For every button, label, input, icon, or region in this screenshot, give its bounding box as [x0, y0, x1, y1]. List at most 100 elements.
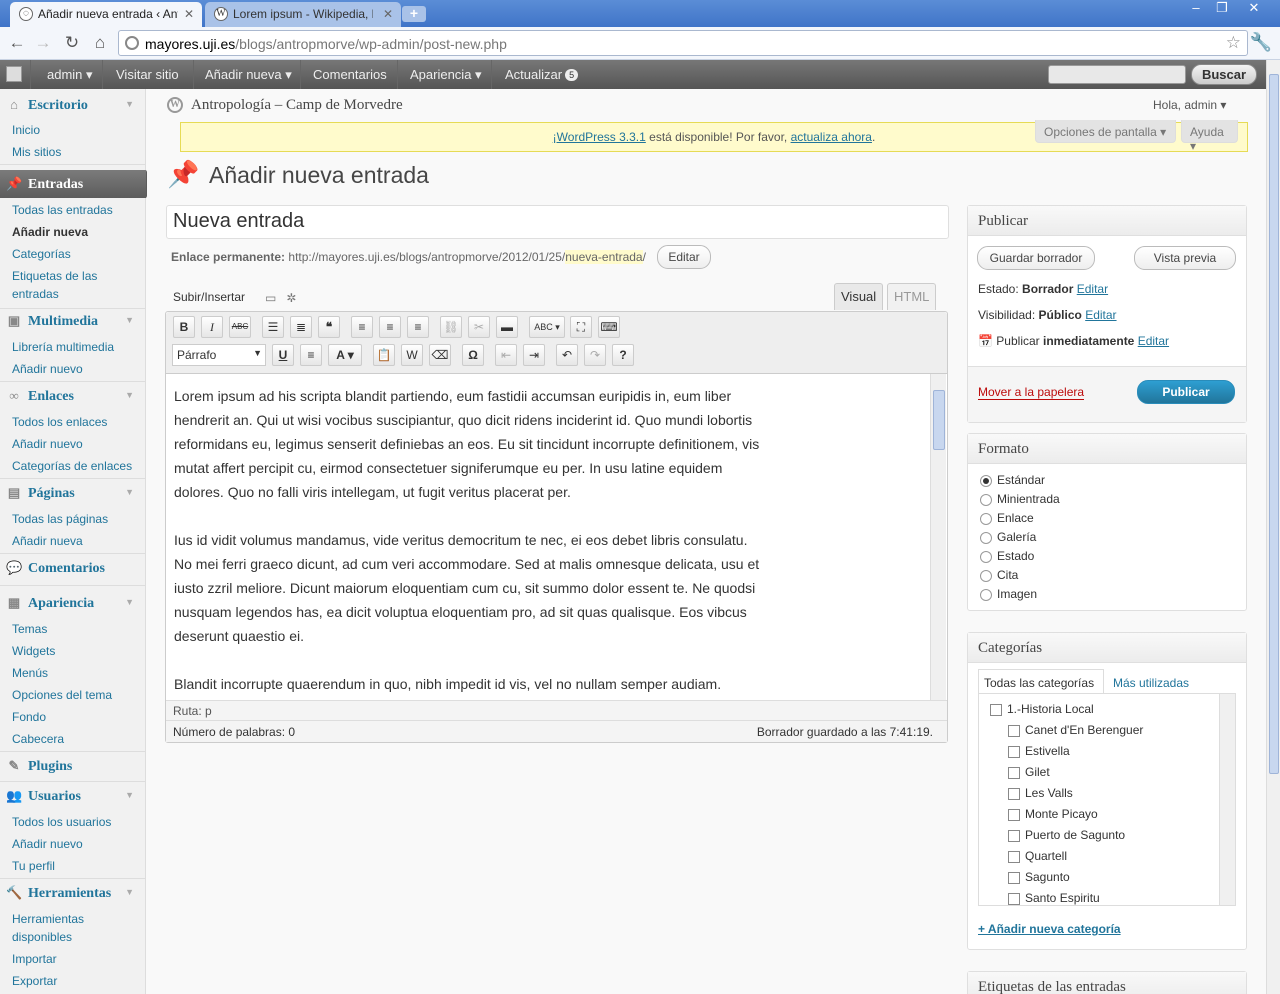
chevron-down-icon[interactable]: ▼ [125, 887, 134, 897]
clear-formatting-icon[interactable]: ⌫ [429, 344, 451, 366]
edit-status-link[interactable]: Editar [1077, 282, 1108, 296]
edit-schedule-link[interactable]: Editar [1138, 334, 1169, 348]
post-title-input[interactable]: Nueva entrada [166, 205, 949, 239]
format-radio-status[interactable] [980, 551, 992, 563]
more-tag-icon[interactable]: ▬ [496, 316, 518, 338]
browser-tab-wikipedia[interactable]: W Lorem ipsum - Wikipedia, la en ✕ [205, 2, 401, 27]
bullet-list-icon[interactable]: ☰ [262, 316, 284, 338]
publish-box-title[interactable]: Publicar [968, 206, 1246, 236]
align-center-icon[interactable]: ≡ [379, 316, 401, 338]
fullscreen-icon[interactable]: ⛶ [570, 316, 592, 338]
sidebar-item-all-pages[interactable]: Todas las páginas [12, 510, 137, 528]
tab-visual[interactable]: Visual [834, 283, 884, 310]
page-scrollbar[interactable] [1266, 60, 1280, 994]
menu-dashboard[interactable]: ⌂ Escritorio ▼ [0, 91, 146, 119]
category-checkbox[interactable] [1008, 872, 1020, 884]
italic-icon[interactable]: I [201, 316, 223, 338]
menu-plugins[interactable]: ✎ Plugins [0, 752, 146, 780]
sidebar-item-menus[interactable]: Menús [12, 664, 137, 682]
chevron-down-icon[interactable]: ▼ [125, 390, 134, 400]
tab-most-used[interactable]: Más utilizadas [1113, 676, 1189, 690]
home-icon[interactable]: ⌂ [89, 33, 111, 53]
bookmark-star-icon[interactable]: ☆ [1226, 33, 1241, 53]
wordpress-version-link[interactable]: ¡WordPress 3.3.1 [553, 130, 646, 144]
format-radio-standard[interactable] [980, 475, 992, 487]
format-box-title[interactable]: Formato [968, 434, 1246, 464]
align-right-icon[interactable]: ≡ [407, 316, 429, 338]
menu-tools[interactable]: 🔨 Herramientas ▼ [0, 879, 146, 907]
sidebar-item-add-user[interactable]: Añadir nuevo [12, 835, 137, 853]
category-checkbox[interactable] [990, 704, 1002, 716]
adminbar-comments[interactable]: Comentarios [313, 67, 387, 82]
sidebar-item-profile[interactable]: Tu perfil [12, 857, 137, 875]
text-color-icon[interactable]: A ▾ [328, 344, 362, 366]
back-icon[interactable]: ← [6, 33, 28, 53]
editor-content[interactable]: Lorem ipsum ad his scripta blandit parti… [174, 384, 934, 704]
tab-close-icon[interactable]: ✕ [383, 7, 393, 21]
sidebar-item-inicio[interactable]: Inicio [12, 121, 137, 139]
categories-box-title[interactable]: Categorías [968, 633, 1246, 663]
undo-icon[interactable]: ↶ [556, 344, 578, 366]
sidebar-item-export[interactable]: Exportar [12, 972, 137, 990]
paste-word-icon[interactable]: W [401, 344, 423, 366]
edit-visibility-link[interactable]: Editar [1085, 308, 1116, 322]
category-checkbox[interactable] [1008, 788, 1020, 800]
page-scrollbar-thumb[interactable] [1269, 74, 1279, 774]
category-checkbox[interactable] [1008, 767, 1020, 779]
adminbar-search-button[interactable]: Buscar [1191, 64, 1257, 85]
tags-box-title[interactable]: Etiquetas de las entradas [968, 972, 1246, 994]
sidebar-item-all-links[interactable]: Todos los enlaces [12, 413, 137, 431]
tab-close-icon[interactable]: ✕ [184, 7, 194, 21]
sidebar-item-themes[interactable]: Temas [12, 620, 137, 638]
paste-text-icon[interactable]: 📋 [373, 344, 395, 366]
justify-icon[interactable]: ≡ [300, 344, 322, 366]
sidebar-item-categories[interactable]: Categorías [12, 245, 137, 263]
strikethrough-icon[interactable]: ABC [229, 316, 251, 338]
add-media-icon[interactable]: ▭ [265, 291, 276, 305]
menu-appearance[interactable]: ▦ Apariencia ▼ [0, 589, 146, 617]
chevron-down-icon[interactable]: ▼ [125, 790, 134, 800]
sidebar-item-add-link[interactable]: Añadir nuevo [12, 435, 137, 453]
spellcheck-icon[interactable]: ABC ▾ [529, 316, 565, 338]
adminbar-add-new[interactable]: Añadir nueva ▾ [205, 67, 292, 83]
format-radio-image[interactable] [980, 589, 992, 601]
sidebar-item-add-media[interactable]: Añadir nuevo [12, 360, 137, 378]
category-checkbox[interactable] [1008, 725, 1020, 737]
restore-icon[interactable]: ❐ [1209, 0, 1235, 18]
kitchen-sink-icon[interactable]: ⌨ [598, 316, 620, 338]
adminbar-visit-site[interactable]: Visitar sitio [116, 67, 179, 82]
sidebar-item-widgets[interactable]: Widgets [12, 642, 137, 660]
category-checkbox[interactable] [1008, 746, 1020, 758]
menu-comments[interactable]: 💬 Comentarios [0, 554, 146, 582]
tab-html[interactable]: HTML [887, 283, 937, 310]
indent-icon[interactable]: ⇥ [523, 344, 545, 366]
chevron-down-icon[interactable]: ▼ [125, 99, 134, 109]
menu-links[interactable]: ∞ Enlaces ▼ [0, 382, 146, 410]
help-tab[interactable]: Ayuda ▾ [1181, 120, 1238, 153]
wrench-menu-icon[interactable]: 🔧 [1250, 32, 1272, 53]
editor-scrollbar-thumb[interactable] [933, 390, 945, 450]
minimize-icon[interactable]: – [1183, 0, 1209, 18]
sidebar-item-link-categories[interactable]: Categorías de enlaces [12, 457, 137, 475]
screen-options-tab[interactable]: Opciones de pantalla ▾ [1035, 120, 1176, 143]
sidebar-item-media-library[interactable]: Librería multimedia [12, 338, 137, 356]
blockquote-icon[interactable]: ❝ [318, 316, 340, 338]
sidebar-item-all-posts[interactable]: Todas las entradas [12, 201, 137, 219]
tab-all-categories[interactable]: Todas las categorías [984, 676, 1094, 690]
new-tab-button[interactable]: + [402, 6, 426, 22]
numbered-list-icon[interactable]: ≣ [290, 316, 312, 338]
publish-button[interactable]: Publicar [1137, 380, 1235, 404]
adminbar-update[interactable]: Actualizar 5 [505, 67, 579, 82]
menu-media[interactable]: ▣ Multimedia ▼ [0, 307, 146, 335]
add-category-link[interactable]: + Añadir nueva categoría [978, 922, 1121, 936]
unlink-icon[interactable]: ✂ [468, 316, 490, 338]
edit-permalink-button[interactable]: Editar [657, 245, 711, 269]
category-checkbox[interactable] [1008, 893, 1020, 905]
site-title[interactable]: Antropología – Camp de Morvedre [191, 97, 403, 114]
sidebar-item-all-users[interactable]: Todos los usuarios [12, 813, 137, 831]
special-character-icon[interactable]: Ω [462, 344, 484, 366]
editor-scrollbar[interactable] [930, 374, 946, 700]
redo-icon[interactable]: ↷ [584, 344, 606, 366]
menu-pages[interactable]: ▤ Páginas ▼ [0, 479, 146, 507]
category-checkbox[interactable] [1008, 830, 1020, 842]
